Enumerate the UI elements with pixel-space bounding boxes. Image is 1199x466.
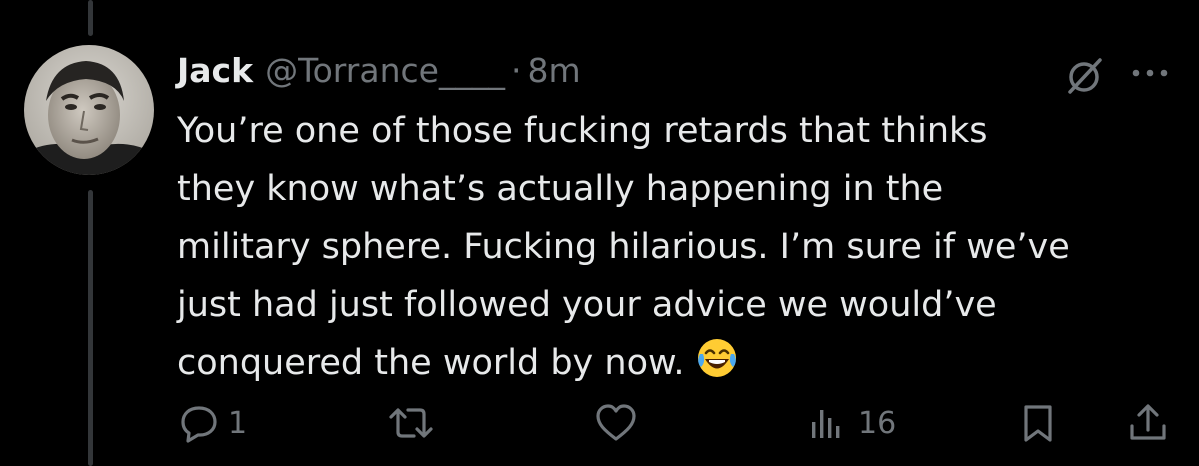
grok-icon[interactable] xyxy=(1063,54,1107,98)
action-bar: 1 16 xyxy=(0,398,1199,448)
tweet-text-line: just had just followed your advice we wo… xyxy=(177,285,997,325)
reply-count: 1 xyxy=(228,405,248,441)
author-name[interactable]: Jack xyxy=(177,51,253,90)
avatar[interactable] xyxy=(24,45,154,175)
share-button[interactable] xyxy=(1126,398,1170,448)
bookmark-button[interactable] xyxy=(1018,398,1058,448)
reply-icon xyxy=(178,402,220,444)
views-icon xyxy=(806,402,850,444)
reply-button[interactable]: 1 xyxy=(178,398,247,448)
tweet-text-line: You’re one of those fucking retards that… xyxy=(177,111,988,151)
views-count: 16 xyxy=(858,405,897,441)
tweet-header: Jack @Torrance____ · 8m xyxy=(177,44,581,96)
like-button[interactable] xyxy=(594,398,646,448)
thread-line-top xyxy=(88,0,93,36)
tweet-text-line: they know what’s actually happening in t… xyxy=(177,169,944,209)
bookmark-icon xyxy=(1018,402,1058,444)
tweet-text-line: military sphere. Fucking hilarious. I’m … xyxy=(177,227,1070,267)
tweet-text-line-last: conquered the world by now. xyxy=(177,334,1167,398)
views-button[interactable]: 16 xyxy=(806,398,896,448)
heart-icon xyxy=(594,402,638,444)
share-icon xyxy=(1126,402,1170,444)
more-icon[interactable] xyxy=(1128,58,1172,88)
tweet-text-line: conquered the world by now. xyxy=(177,343,685,383)
author-handle[interactable]: @Torrance____ xyxy=(265,51,505,90)
tweet-text: You’re one of those fucking retards that… xyxy=(177,102,1167,398)
face-with-tears-of-joy-icon xyxy=(695,336,739,398)
timestamp[interactable]: 8m xyxy=(527,51,580,90)
retweet-icon xyxy=(386,402,436,444)
retweet-button[interactable] xyxy=(386,398,444,448)
separator-dot: · xyxy=(510,50,522,90)
